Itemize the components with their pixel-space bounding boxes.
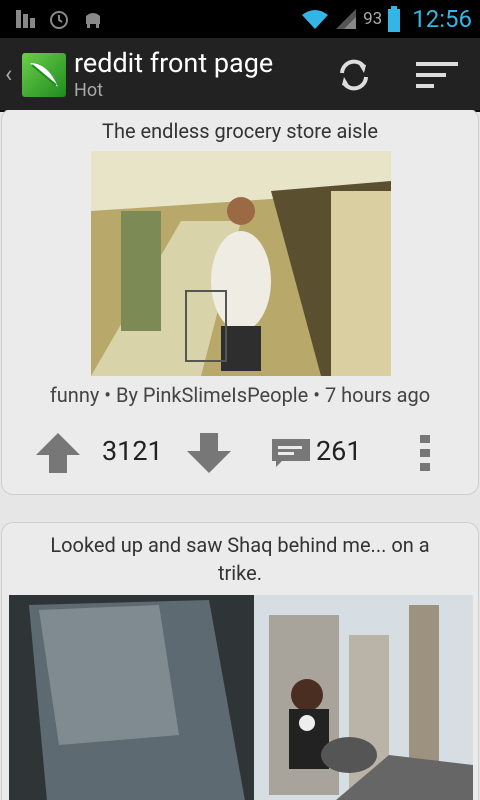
wifi-icon <box>302 10 329 29</box>
back-chevron-icon[interactable]: ‹ <box>5 60 12 88</box>
action-bar: ‹ reddit front page Hot <box>0 38 480 112</box>
post-card[interactable]: Looked up and saw Shaq behind me... on a… <box>1 522 479 800</box>
alarm-icon <box>50 11 68 29</box>
post-image[interactable] <box>91 151 391 376</box>
status-bar: 93 12:56 <box>0 0 480 38</box>
android-mascot-icon <box>86 13 100 28</box>
score: 3121 <box>102 435 163 467</box>
post-meta: funny • By PinkSlimeIsPeople • 7 hours a… <box>49 383 431 407</box>
post-actions: 3121 261 <box>2 427 478 479</box>
upvote-icon[interactable] <box>34 431 82 475</box>
overflow-menu-icon[interactable] <box>418 433 432 473</box>
battery-percent: 93 <box>363 9 383 29</box>
post-image[interactable] <box>9 595 473 800</box>
post-title[interactable]: Looked up and saw Shaq behind me... on a… <box>2 531 478 587</box>
downvote-icon[interactable] <box>185 431 233 475</box>
cell-signal-icon <box>336 9 357 29</box>
page-title: reddit front page <box>74 47 274 79</box>
sort-subtitle: Hot <box>74 80 103 101</box>
clock: 12:56 <box>412 5 472 33</box>
comment-icon[interactable] <box>272 439 310 467</box>
reddit-app-logo[interactable] <box>22 53 66 97</box>
post-feed[interactable]: The endless grocery store aisle funny • … <box>0 110 480 800</box>
comment-count[interactable]: 261 <box>316 435 362 467</box>
post-title[interactable]: The endless grocery store aisle <box>2 117 478 145</box>
signal-bars-icon <box>16 10 35 28</box>
refresh-icon[interactable] <box>334 55 374 95</box>
post-card[interactable]: The endless grocery store aisle funny • … <box>1 110 479 495</box>
battery-icon <box>388 6 401 32</box>
sort-icon[interactable] <box>416 58 458 92</box>
